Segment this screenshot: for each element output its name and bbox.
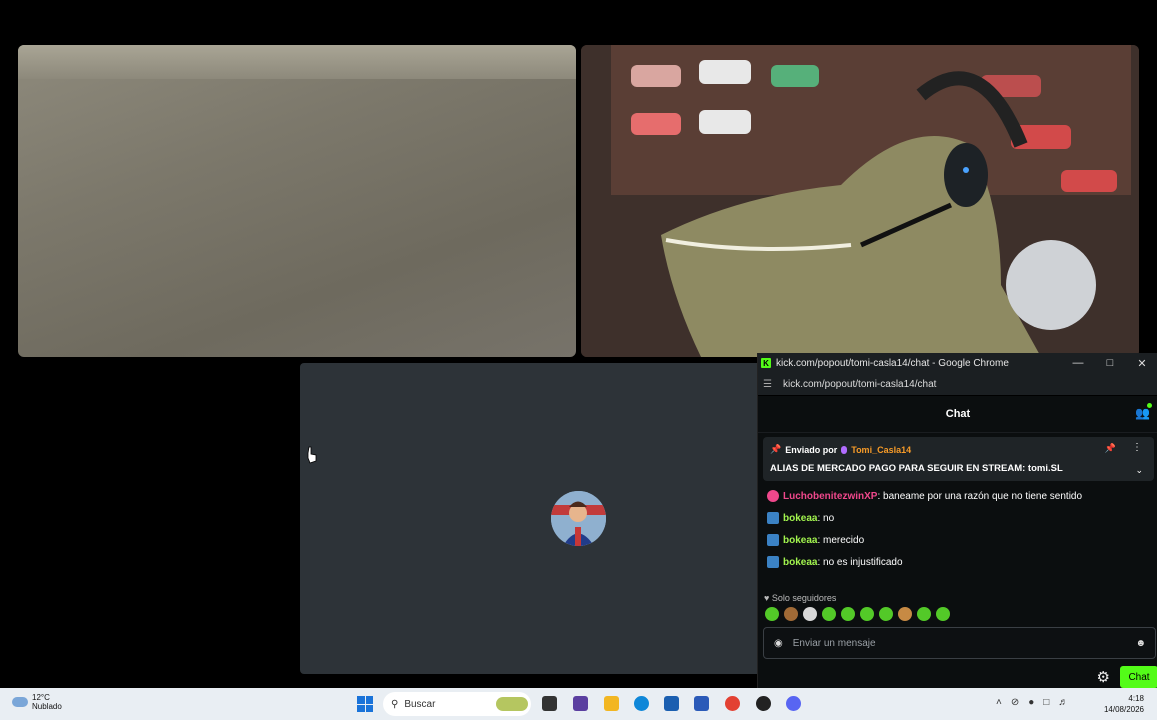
followers-only-notice: ♥ Solo seguidores [764, 593, 836, 603]
discord-icon[interactable] [786, 696, 801, 711]
network-off-icon[interactable]: ⊘ [1011, 697, 1019, 708]
system-tray: ˄ ⊘ ● □ ♬ [996, 697, 1068, 708]
kick-logo-icon: K [761, 358, 771, 368]
emote-bar [765, 607, 950, 621]
minimize-icon[interactable]: — [1062, 357, 1094, 370]
chat-message[interactable]: LuchobenitezwinXP : baneame por una razó… [767, 485, 1152, 507]
mic-badge-icon [841, 445, 848, 454]
pinned-message-text: ALIAS DE MERCADO PAGO PARA SEGUIR EN STR… [770, 463, 1063, 474]
emote-icon[interactable] [765, 607, 779, 621]
windows-taskbar: 12°C Nublado ⚲ Buscar ˄ ⊘ ● □ ♬ 4:18 14/… [0, 688, 1157, 720]
user-badge-icon [767, 512, 779, 524]
emote-icon[interactable] [879, 607, 893, 621]
start-icon[interactable] [357, 696, 373, 712]
send-chat-button[interactable]: Chat [1120, 666, 1157, 688]
message-input-placeholder[interactable]: Enviar un mensaje [793, 638, 876, 649]
message-text: : no es injustificado [817, 556, 903, 568]
maximize-icon[interactable]: □ [1094, 357, 1126, 370]
video-tile-avatar[interactable] [300, 363, 770, 674]
avatar-illustration [551, 491, 606, 546]
emote-icon[interactable] [860, 607, 874, 621]
users-icon[interactable]: 👥 [1135, 406, 1150, 420]
emote-icon[interactable] [822, 607, 836, 621]
followers-only-label: Solo seguidores [771, 593, 837, 603]
taskbar-search[interactable]: ⚲ Buscar [383, 692, 531, 716]
crocodile-image [581, 45, 1139, 357]
chrome-chat-popup[interactable]: K kick.com/popout/tomi-casla14/chat - Go… [757, 353, 1157, 690]
app-icon-dark[interactable] [756, 696, 771, 711]
chat-message[interactable]: bokeaa : merecido [767, 529, 1152, 551]
search-placeholder[interactable]: Buscar [404, 699, 435, 710]
user-badge-icon [767, 490, 779, 502]
message-text: : baneame por una razón que no tiene sen… [877, 490, 1083, 502]
temperature: 12°C [32, 693, 50, 702]
address-bar[interactable]: ☰ kick.com/popout/tomi-casla14/chat [758, 373, 1157, 396]
more-options-icon[interactable]: ⋮ [1132, 442, 1142, 453]
pin-icon: 📌 [770, 444, 782, 454]
chat-header: Chat 👥 [758, 396, 1157, 433]
message-username[interactable]: bokeaa [783, 535, 817, 546]
weather-widget[interactable]: 12°C Nublado [12, 693, 62, 711]
window-titlebar[interactable]: K kick.com/popout/tomi-casla14/chat - Go… [758, 353, 1157, 373]
window-title: kick.com/popout/tomi-casla14/chat - Goog… [776, 357, 1009, 369]
chevron-up-icon[interactable]: ˄ [996, 697, 1002, 708]
site-settings-icon[interactable]: ☰ [763, 379, 777, 390]
chat-bottom-bar: ⚙ Chat [758, 664, 1157, 690]
heart-icon: ♥ [764, 593, 770, 603]
pinned-message[interactable]: 📌 Enviado por Tomi_Casla14 📌 ⋮ ALIAS DE … [763, 437, 1154, 481]
search-icon: ⚲ [391, 698, 399, 710]
mouse-cursor [307, 446, 317, 464]
file-explorer-icon[interactable] [604, 696, 619, 711]
cloud-icon [12, 697, 28, 707]
app-icon[interactable] [573, 696, 588, 711]
ceiling-band [18, 45, 576, 79]
message-username[interactable]: bokeaa [783, 557, 817, 568]
shield-icon: ◉ [774, 637, 783, 649]
message-username[interactable]: LuchobenitezwinXP [783, 491, 877, 502]
sent-by-label: Enviado por [785, 444, 838, 455]
emote-icon[interactable] [803, 607, 817, 621]
clock-date: 14/08/2026 [1103, 705, 1144, 714]
emote-icon[interactable] [898, 607, 912, 621]
online-dot-icon [1147, 403, 1152, 408]
chat-message[interactable]: bokeaa : no [767, 507, 1152, 529]
volume-icon[interactable]: ♬ [1058, 697, 1068, 708]
message-username[interactable]: bokeaa [783, 513, 817, 524]
display-icon[interactable]: □ [1043, 697, 1049, 708]
chat-messages: LuchobenitezwinXP : baneame por una razó… [767, 485, 1152, 573]
task-view-icon[interactable] [542, 696, 557, 711]
chat-header-title: Chat [945, 408, 971, 420]
emote-icon[interactable] [917, 607, 931, 621]
chat-message[interactable]: bokeaa : no es injustificado [767, 551, 1152, 573]
emote-icon[interactable] [841, 607, 855, 621]
search-highlight-icon [496, 697, 528, 711]
emote-icon[interactable] [936, 607, 950, 621]
microphone-icon[interactable]: ● [1028, 697, 1034, 708]
clock[interactable]: 4:18 14/08/2026 [1104, 693, 1144, 715]
message-text: : no [817, 512, 835, 524]
clock-time: 4:18 [1128, 694, 1144, 703]
message-text: : merecido [817, 534, 865, 546]
close-icon[interactable]: ✕ [1126, 357, 1157, 370]
chrome-icon[interactable] [725, 696, 740, 711]
pinned-author[interactable]: Tomi_Casla14 [851, 445, 911, 455]
user-badge-icon [767, 534, 779, 546]
video-tile-crocodile[interactable] [581, 45, 1139, 357]
user-avatar [551, 491, 606, 546]
emote-icon[interactable] [784, 607, 798, 621]
word-icon[interactable] [694, 696, 709, 711]
message-input[interactable]: ◉ Enviar un mensaje ☻ [763, 627, 1156, 659]
chevron-down-icon[interactable]: ⌄ [1135, 465, 1143, 476]
url-text[interactable]: kick.com/popout/tomi-casla14/chat [783, 379, 936, 390]
unpin-icon[interactable]: 📌 [1105, 443, 1116, 454]
gear-icon[interactable]: ⚙ [1097, 668, 1110, 686]
weather-condition: Nublado [32, 702, 62, 711]
video-tile-wall[interactable] [18, 45, 576, 357]
user-badge-icon [767, 556, 779, 568]
emoji-icon[interactable]: ☻ [1135, 638, 1146, 649]
edge-icon[interactable] [634, 696, 649, 711]
store-icon[interactable] [664, 696, 679, 711]
